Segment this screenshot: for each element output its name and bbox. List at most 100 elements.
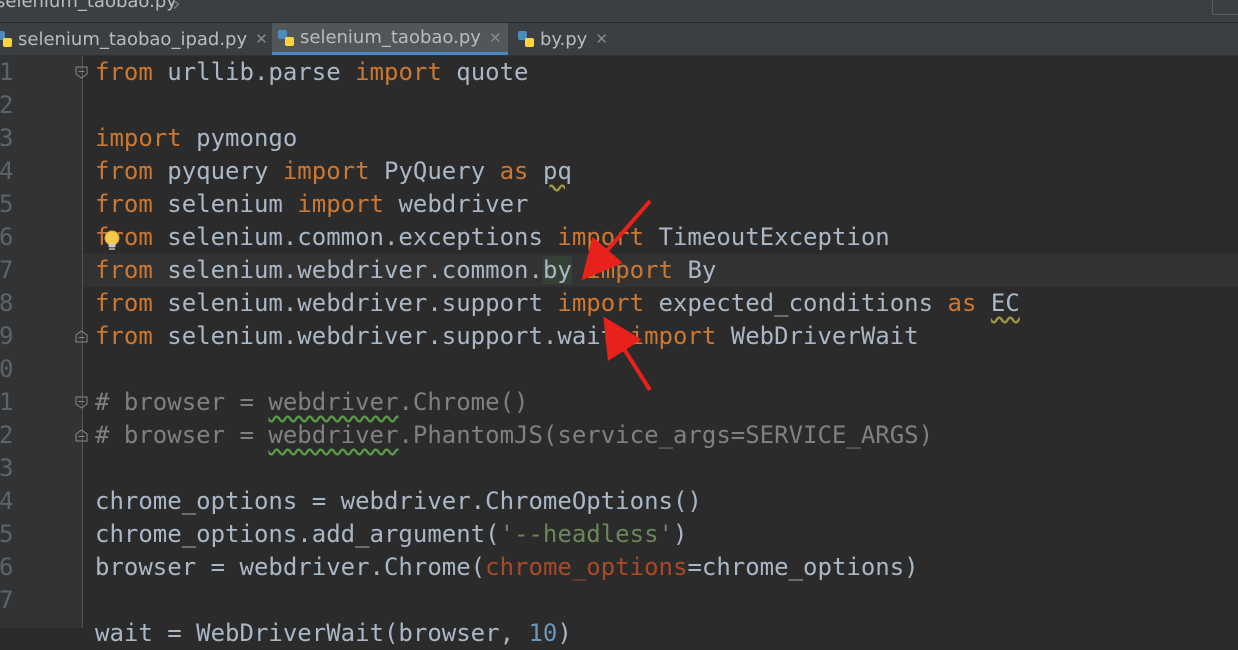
comment-warning-word: webdriver bbox=[268, 421, 399, 449]
keyword: import bbox=[297, 190, 384, 218]
code-text: selenium.webdriver.common. bbox=[152, 256, 543, 284]
line-number: 2 bbox=[0, 91, 14, 119]
python-file-icon bbox=[518, 31, 534, 47]
keyword: from bbox=[95, 322, 153, 350]
code-text: =chrome_options) bbox=[687, 553, 919, 581]
line-number: 3 bbox=[0, 124, 14, 152]
keyword: from bbox=[95, 157, 153, 185]
code-text: chrome_options.add_argument( bbox=[95, 520, 500, 548]
code-line[interactable]: from selenium.webdriver.support.wait imp… bbox=[95, 320, 919, 353]
keyword-argument: chrome_options bbox=[485, 553, 688, 581]
code-text: browser = webdriver.Chrome( bbox=[95, 553, 486, 581]
keyword: from bbox=[95, 289, 153, 317]
line-number: 7 bbox=[0, 256, 14, 284]
code-text: selenium.webdriver.support bbox=[152, 289, 558, 317]
warning-alias[interactable]: EC bbox=[991, 289, 1020, 317]
code-text: TimeoutException bbox=[644, 223, 890, 251]
code-text: urllib.parse bbox=[152, 58, 356, 86]
line-number: 9 bbox=[0, 322, 14, 350]
tab-by[interactable]: by.py ✕ bbox=[510, 23, 614, 55]
keyword: import bbox=[557, 223, 645, 251]
line-number: 6 bbox=[0, 223, 14, 251]
code-text: By bbox=[673, 256, 717, 284]
tab-selenium-taobao[interactable]: selenium_taobao.py ✕ bbox=[272, 23, 508, 55]
code-line[interactable]: chrome_options = webdriver.ChromeOptions… bbox=[95, 485, 702, 518]
comment-line[interactable]: # browser = webdriver.Chrome() bbox=[95, 386, 528, 419]
code-line[interactable]: from selenium.common.exceptions import T… bbox=[95, 221, 890, 254]
editor-tab-bar: selenium_taobao_ipad.py ✕ selenium_taoba… bbox=[0, 23, 1238, 56]
number-literal: 10 bbox=[528, 619, 558, 647]
code-line[interactable]: from urllib.parse import quote bbox=[95, 56, 529, 89]
code-text: chrome_options = webdriver.ChromeOptions… bbox=[95, 487, 702, 515]
line-number: 3 bbox=[0, 454, 14, 482]
keyword: import bbox=[586, 256, 673, 284]
line-number-gutter[interactable]: 1 2 3 4 5 6 7 8 9 0 1 2 3 4 5 6 7 bbox=[0, 56, 88, 628]
keyword: import bbox=[282, 157, 370, 185]
line-number: 6 bbox=[0, 553, 14, 581]
code-text: expected_conditions bbox=[644, 289, 948, 317]
line-number: 4 bbox=[0, 157, 14, 185]
code-line[interactable]: from pyquery import PyQuery as pq bbox=[95, 155, 572, 188]
keyword: as bbox=[947, 289, 977, 317]
keyword: import bbox=[629, 322, 717, 350]
keyword: from bbox=[95, 190, 153, 218]
code-text: webdriver bbox=[384, 190, 529, 218]
window-corner-button[interactable] bbox=[1212, 0, 1238, 15]
code-line[interactable]: from selenium import webdriver bbox=[95, 188, 529, 221]
code-line[interactable]: wait = WebDriverWait(browser, 10) bbox=[95, 617, 572, 650]
code-line[interactable]: chrome_options.add_argument('--headless'… bbox=[95, 518, 687, 551]
string-literal: '--headless' bbox=[499, 520, 673, 548]
line-number: 5 bbox=[0, 520, 14, 548]
keyword: import bbox=[557, 289, 645, 317]
comment-warning-word: webdriver bbox=[268, 388, 399, 416]
comment-line[interactable]: # browser = webdriver.PhantomJS(service_… bbox=[95, 419, 933, 452]
tab-selenium-taobao-ipad[interactable]: selenium_taobao_ipad.py ✕ bbox=[0, 23, 274, 55]
lightbulb-icon[interactable] bbox=[101, 229, 123, 253]
code-text: pymongo bbox=[181, 124, 298, 152]
keyword: import bbox=[95, 124, 182, 152]
code-text: quote bbox=[441, 58, 529, 86]
tab-label: by.py bbox=[540, 28, 588, 50]
code-text: wait = WebDriverWait(browser, bbox=[95, 619, 529, 647]
keyword: import bbox=[355, 58, 442, 86]
tab-label: selenium_taobao.py bbox=[300, 27, 481, 48]
breadcrumb-chevron-icon: › bbox=[172, 0, 181, 17]
comment-text: .PhantomJS(service_args=SERVICE_ARGS) bbox=[398, 421, 934, 449]
python-file-icon bbox=[0, 31, 12, 47]
line-number: 8 bbox=[0, 289, 14, 317]
code-text: ) bbox=[557, 619, 572, 647]
line-number: 1 bbox=[0, 388, 14, 416]
python-file-icon bbox=[278, 29, 294, 46]
comment-text: .Chrome() bbox=[398, 388, 529, 416]
close-icon[interactable]: ✕ bbox=[255, 30, 268, 48]
comment-text: # browser = bbox=[95, 421, 269, 449]
code-text: selenium bbox=[152, 190, 298, 218]
keyword: from bbox=[95, 58, 153, 86]
caret-module-by[interactable]: by bbox=[542, 256, 572, 284]
code-text: PyQuery bbox=[369, 157, 500, 185]
code-text: ) bbox=[672, 520, 688, 548]
line-number: 1 bbox=[0, 58, 14, 86]
code-editor[interactable]: from urllib.parse import quote import py… bbox=[83, 56, 1238, 647]
code-line[interactable]: browser = webdriver.Chrome(chrome_option… bbox=[95, 551, 919, 584]
line-number: 7 bbox=[0, 586, 14, 614]
warning-alias[interactable]: pq bbox=[543, 157, 572, 185]
line-number: 0 bbox=[0, 355, 14, 383]
code-text: selenium.common.exceptions bbox=[152, 223, 558, 251]
close-icon[interactable]: ✕ bbox=[595, 30, 608, 48]
keyword: from bbox=[95, 256, 153, 284]
code-text: pyquery bbox=[152, 157, 283, 185]
code-line[interactable]: import pymongo bbox=[95, 122, 297, 155]
comment-text: # browser = bbox=[95, 388, 269, 416]
line-number: 5 bbox=[0, 190, 14, 218]
close-icon[interactable]: ✕ bbox=[489, 29, 502, 47]
code-line-current[interactable]: from selenium.webdriver.common.by import… bbox=[95, 254, 716, 287]
tab-label: selenium_taobao_ipad.py bbox=[18, 28, 248, 50]
navigation-bar: selenium_taobao.py › bbox=[0, 0, 1238, 23]
line-number: 4 bbox=[0, 487, 14, 515]
breadcrumb-file[interactable]: selenium_taobao.py bbox=[0, 0, 177, 12]
code-line[interactable]: from selenium.webdriver.support import e… bbox=[95, 287, 1020, 320]
